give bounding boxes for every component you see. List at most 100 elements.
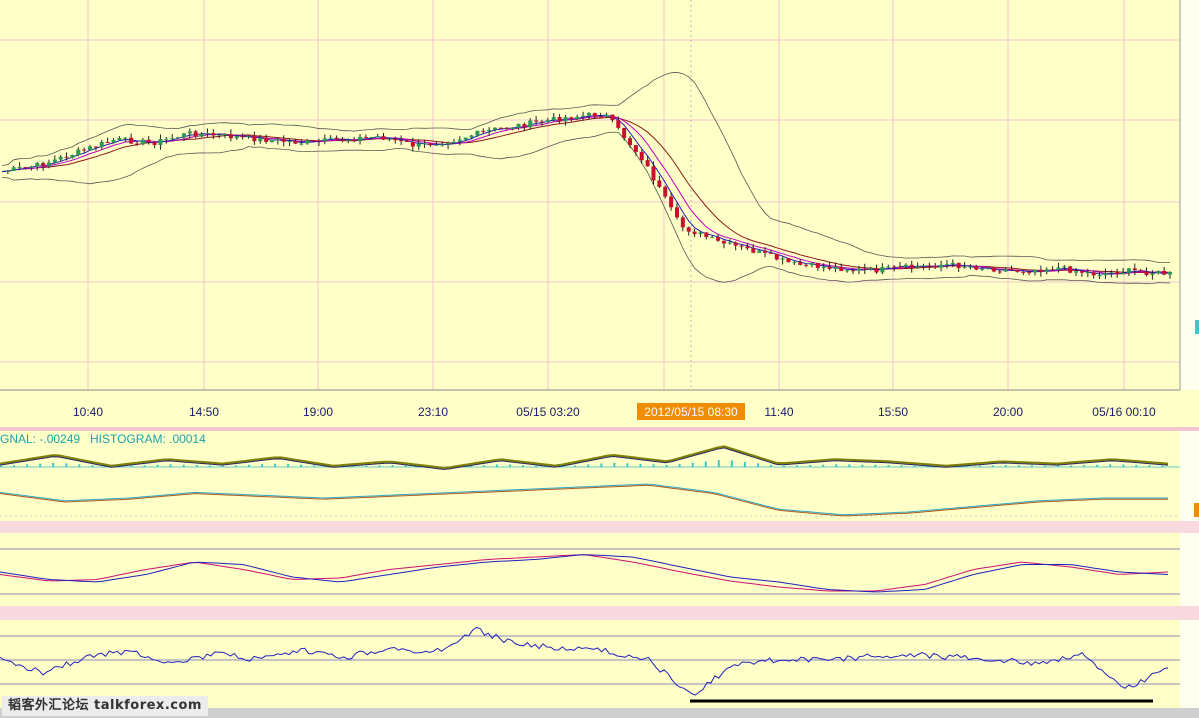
candle-bull [1103, 273, 1108, 276]
candle-bull [710, 236, 715, 238]
candle-bear [692, 231, 697, 235]
candle-bear [751, 248, 756, 253]
macd-histogram-bar [626, 463, 629, 467]
candle-bear [311, 140, 316, 142]
candle-bull [164, 138, 169, 140]
macd-histogram-bar [78, 464, 81, 467]
macd-histogram-bar [313, 465, 316, 467]
candle-bear [504, 127, 509, 129]
candle-bear [686, 227, 691, 232]
candle-bear [815, 263, 820, 269]
pane-separator[interactable] [0, 606, 1199, 620]
candle-bull [275, 139, 280, 141]
candle-bull [457, 139, 462, 142]
candle-bull [475, 130, 480, 136]
macd-histogram-label: HISTOGRAM: .00014 [90, 432, 206, 446]
candle-bear [557, 117, 562, 122]
macd-histogram-bar [65, 463, 68, 467]
candle-bear [721, 240, 726, 244]
macd-histogram-bar [900, 465, 903, 467]
candle-bull [1044, 269, 1049, 272]
candle-bear [569, 117, 574, 120]
candle-bull [17, 167, 22, 169]
candle-bull [980, 268, 985, 270]
macd-histogram-bar [300, 464, 303, 467]
macd-histogram-bar [769, 464, 772, 467]
candle-bull [1074, 271, 1079, 273]
candle-bear [1015, 270, 1020, 272]
candle-bear [1115, 272, 1120, 275]
candle-bull [246, 135, 251, 137]
macd-histogram-bar [208, 465, 211, 467]
candle-bull [117, 138, 122, 141]
macd-histogram-bar [156, 464, 159, 467]
macd-histogram-bar [574, 465, 577, 467]
candle-bull [111, 140, 116, 143]
candle-bear [381, 136, 386, 140]
price-pane-bg [0, 0, 1180, 390]
macd-histogram-bar [143, 465, 146, 467]
candle-bear [129, 137, 134, 144]
rsi-scale[interactable] [1180, 620, 1199, 708]
candle-bull [845, 270, 850, 272]
time-tick-label: 2012/05/15 08:30 [644, 405, 738, 419]
candle-bull [1121, 272, 1126, 275]
candle-bull [223, 134, 228, 136]
candle-bull [962, 267, 967, 269]
macd-histogram-bar [391, 465, 394, 467]
candle-bull [187, 131, 192, 134]
candle-bear [211, 133, 216, 136]
candle-bull [563, 117, 568, 122]
candle-bear [616, 120, 621, 128]
candle-bull [833, 267, 838, 269]
macd-histogram-bar [691, 462, 694, 467]
macd-histogram-bar [613, 462, 616, 467]
candle-bear [399, 140, 404, 142]
macd-histogram-bar [848, 464, 851, 467]
candle-bull [76, 149, 81, 156]
candle-bear [1038, 269, 1043, 272]
macd-histogram-bar [704, 461, 707, 467]
candle-bear [522, 124, 527, 128]
candle-bear [651, 166, 656, 181]
macd-histogram-bar [822, 464, 825, 467]
stochastic-scale[interactable] [1180, 533, 1199, 606]
time-tick-label: 19:00 [303, 405, 333, 419]
time-tick-label: 20:00 [993, 405, 1023, 419]
stochastic-pane-bg [0, 533, 1180, 606]
candle-bull [181, 133, 186, 138]
pane-separator[interactable] [0, 521, 1199, 533]
candle-bull [358, 136, 363, 142]
candle-bear [105, 142, 110, 144]
macd-histogram-bar [469, 465, 472, 467]
macd-histogram-bar [1122, 464, 1125, 467]
candle-bear [874, 268, 879, 273]
candle-bull [199, 133, 204, 137]
candle-bear [892, 266, 897, 268]
candle-bull [944, 264, 949, 266]
candle-bear [134, 143, 139, 145]
candle-bear [839, 267, 844, 272]
candle-bear [704, 232, 709, 238]
candle-bull [88, 146, 93, 151]
candle-bear [316, 140, 321, 142]
macd-histogram-bar [274, 463, 277, 467]
candle-bull [1056, 267, 1061, 270]
candle-bull [1085, 272, 1090, 274]
candle-bull [205, 133, 210, 135]
candle-bull [880, 267, 885, 273]
rsi-pane [0, 620, 1199, 708]
pane-separator[interactable] [0, 427, 1199, 431]
macd-histogram-bar [978, 465, 981, 467]
candle-bear [293, 141, 298, 144]
macd-histogram-bar [1030, 465, 1033, 467]
macd-signal-label: GNAL: -.00249 [0, 432, 80, 446]
macd-histogram-bar [522, 465, 525, 467]
candle-bull [158, 138, 163, 146]
candle-bull [140, 139, 145, 145]
macd-histogram-bar [1135, 464, 1138, 467]
macd-histogram-bar [261, 464, 264, 467]
time-tick-label: 15:50 [878, 405, 908, 419]
macd-histogram-bar [1083, 465, 1086, 467]
macd-histogram-bar [247, 464, 250, 467]
